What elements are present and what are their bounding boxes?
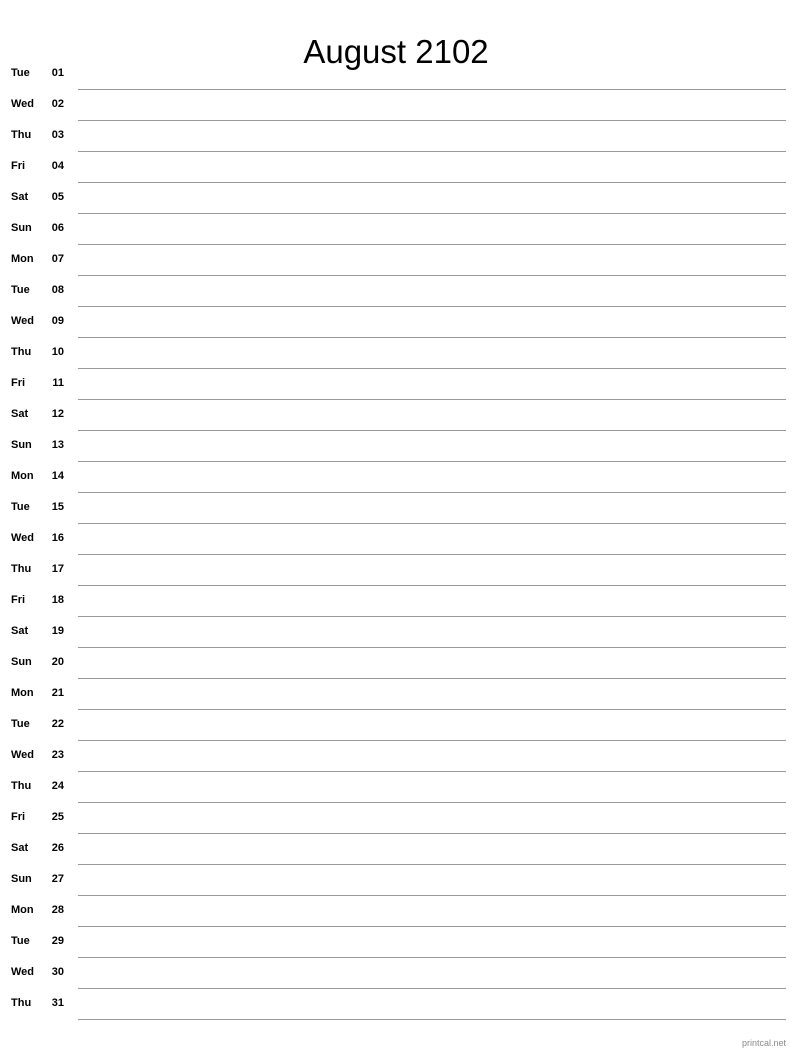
day-row[interactable]: Thu 17 <box>0 556 792 587</box>
notes-rule-line[interactable] <box>78 647 786 648</box>
notes-rule-line[interactable] <box>78 895 786 896</box>
day-number: 08 <box>51 284 64 296</box>
day-row[interactable]: Tue 22 <box>0 711 792 742</box>
day-row[interactable]: Sun 13 <box>0 432 792 463</box>
day-row[interactable]: Mon 21 <box>0 680 792 711</box>
day-number: 11 <box>52 377 64 389</box>
day-row[interactable]: Thu 03 <box>0 122 792 153</box>
notes-rule-line[interactable] <box>78 461 786 462</box>
notes-rule-line[interactable] <box>78 833 786 834</box>
day-number: 26 <box>51 842 64 854</box>
day-number: 31 <box>51 997 64 1009</box>
day-row[interactable]: Mon 28 <box>0 897 792 928</box>
day-row[interactable]: Tue 15 <box>0 494 792 525</box>
day-number: 05 <box>51 191 64 203</box>
day-row[interactable]: Tue 01 <box>0 60 792 91</box>
day-number: 20 <box>51 656 64 668</box>
notes-rule-line[interactable] <box>78 709 786 710</box>
day-row[interactable]: Sat 05 <box>0 184 792 215</box>
day-row[interactable]: Thu 31 <box>0 990 792 1021</box>
day-row[interactable]: Sun 20 <box>0 649 792 680</box>
notes-rule-line[interactable] <box>78 151 786 152</box>
day-row[interactable]: Wed 16 <box>0 525 792 556</box>
calendar-page: August 2102 Tue 01 Wed 02 Thu 03 Fri 04 Sat 05 Sun… <box>0 0 792 1056</box>
day-number: 14 <box>51 470 64 482</box>
day-number: 24 <box>51 780 64 792</box>
day-number: 04 <box>51 160 64 172</box>
day-row[interactable]: Wed 02 <box>0 91 792 122</box>
notes-rule-line[interactable] <box>78 864 786 865</box>
day-row[interactable]: Fri 11 <box>0 370 792 401</box>
day-row[interactable]: Fri 25 <box>0 804 792 835</box>
notes-rule-line[interactable] <box>78 678 786 679</box>
notes-rule-line[interactable] <box>78 306 786 307</box>
day-row[interactable]: Wed 09 <box>0 308 792 339</box>
notes-rule-line[interactable] <box>78 988 786 989</box>
day-row[interactable]: Sat 19 <box>0 618 792 649</box>
day-number: 15 <box>51 501 64 513</box>
notes-rule-line[interactable] <box>78 523 786 524</box>
day-row[interactable]: Wed 23 <box>0 742 792 773</box>
day-number: 22 <box>51 718 64 730</box>
day-row[interactable]: Wed 30 <box>0 959 792 990</box>
day-number: 06 <box>51 222 64 234</box>
day-row[interactable]: Mon 14 <box>0 463 792 494</box>
day-number: 30 <box>51 966 64 978</box>
day-number: 19 <box>51 625 64 637</box>
day-number: 27 <box>51 873 64 885</box>
notes-rule-line[interactable] <box>78 957 786 958</box>
day-number: 21 <box>51 687 64 699</box>
notes-rule-line[interactable] <box>78 802 786 803</box>
day-number: 25 <box>51 811 64 823</box>
notes-rule-line[interactable] <box>78 926 786 927</box>
day-number: 28 <box>51 904 64 916</box>
day-number: 01 <box>51 67 64 79</box>
notes-rule-line[interactable] <box>78 368 786 369</box>
day-number: 10 <box>51 346 64 358</box>
day-number: 23 <box>51 749 64 761</box>
day-number: 09 <box>51 315 64 327</box>
notes-rule-line[interactable] <box>78 554 786 555</box>
day-row[interactable]: Tue 29 <box>0 928 792 959</box>
day-number: 17 <box>51 563 64 575</box>
day-number: 18 <box>51 594 64 606</box>
notes-rule-line[interactable] <box>78 337 786 338</box>
notes-rule-line[interactable] <box>78 771 786 772</box>
notes-rule-line[interactable] <box>78 244 786 245</box>
notes-rule-line[interactable] <box>78 213 786 214</box>
day-number: 16 <box>51 532 64 544</box>
notes-rule-line[interactable] <box>78 430 786 431</box>
day-number: 07 <box>51 253 64 265</box>
day-row[interactable]: Mon 07 <box>0 246 792 277</box>
notes-rule-line[interactable] <box>78 275 786 276</box>
day-number: 12 <box>51 408 64 420</box>
day-row[interactable]: Thu 10 <box>0 339 792 370</box>
day-number: 02 <box>51 98 64 110</box>
day-row[interactable]: Sat 26 <box>0 835 792 866</box>
day-row[interactable]: Sat 12 <box>0 401 792 432</box>
footer-brand: printcal.net <box>741 1038 786 1048</box>
notes-rule-line[interactable] <box>78 182 786 183</box>
notes-rule-line[interactable] <box>78 492 786 493</box>
day-rows-list: Tue 01 Wed 02 Thu 03 Fri 04 Sat 05 Sun 06 Mon 07 Tue 08… <box>0 60 792 1021</box>
day-number: 29 <box>51 935 64 947</box>
day-row[interactable]: Sun 27 <box>0 866 792 897</box>
day-row[interactable]: Sun 06 <box>0 215 792 246</box>
day-row[interactable]: Fri 18 <box>0 587 792 618</box>
day-row[interactable]: Tue 08 <box>0 277 792 308</box>
day-row[interactable]: Thu 24 <box>0 773 792 804</box>
notes-rule-line[interactable] <box>78 740 786 741</box>
notes-rule-line[interactable] <box>78 120 786 121</box>
day-number: 03 <box>51 129 64 141</box>
notes-rule-line[interactable] <box>78 585 786 586</box>
notes-rule-line[interactable] <box>78 616 786 617</box>
day-number: 13 <box>51 439 64 451</box>
day-row[interactable]: Fri 04 <box>0 153 792 184</box>
notes-rule-line[interactable] <box>78 1019 786 1020</box>
notes-rule-line[interactable] <box>78 399 786 400</box>
notes-rule-line[interactable] <box>78 89 786 90</box>
